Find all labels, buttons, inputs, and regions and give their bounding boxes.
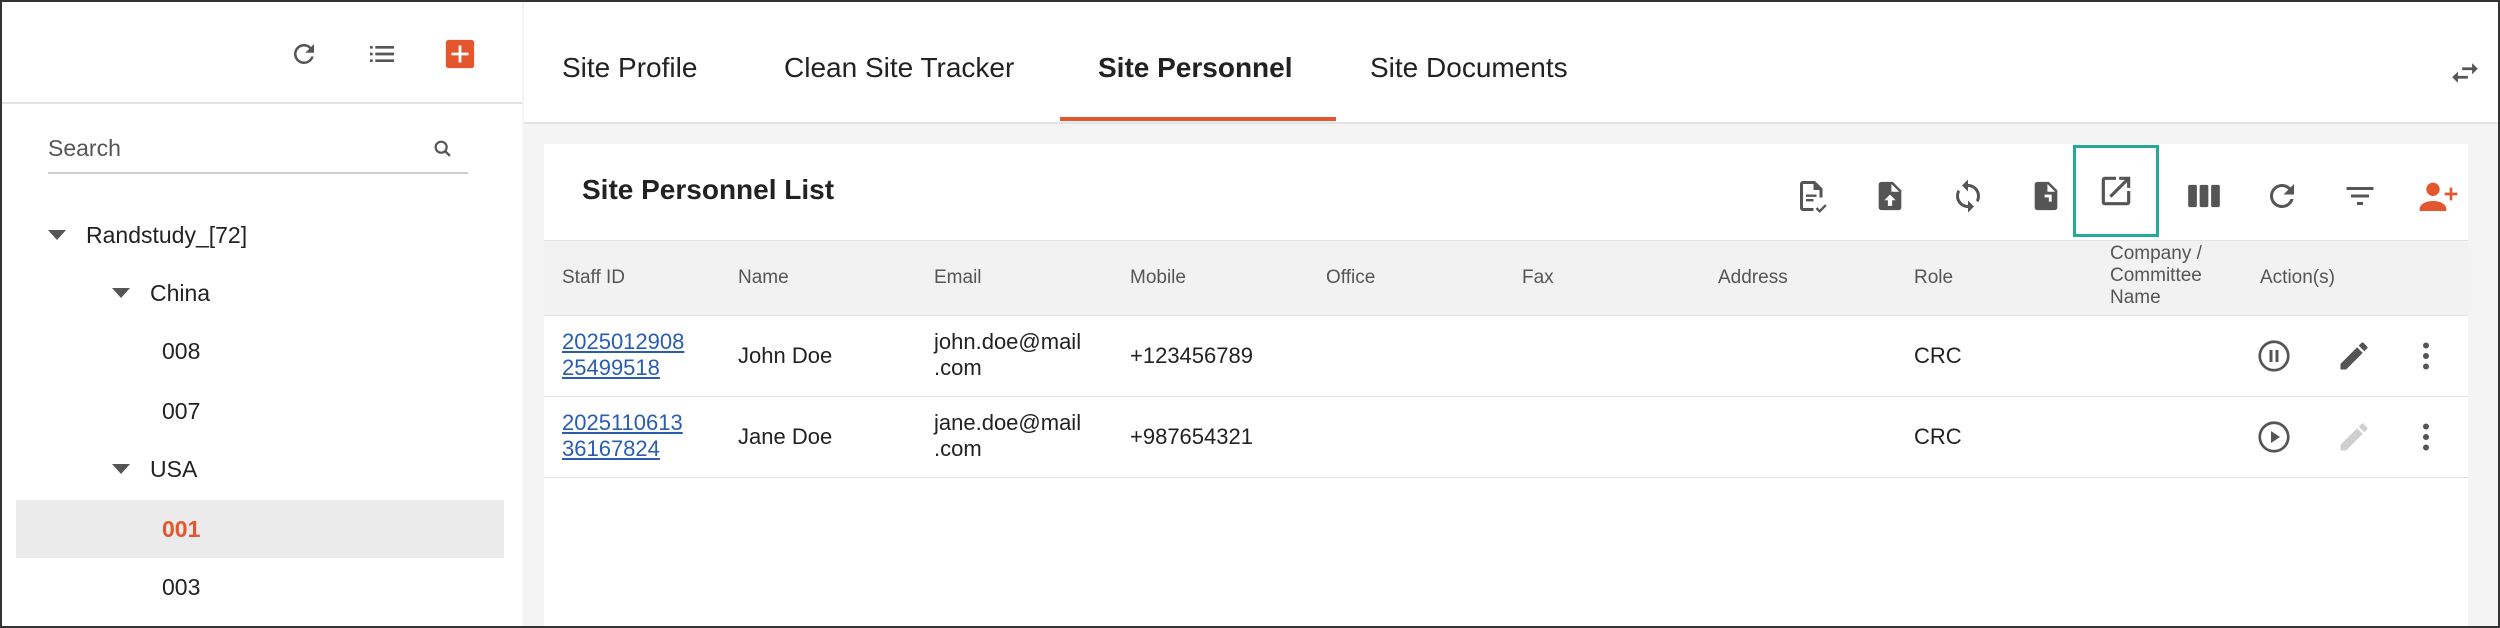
col-fax[interactable]: Fax — [1522, 267, 1554, 289]
document-check-icon — [1800, 181, 1827, 213]
cell-role: CRC — [1914, 343, 1962, 368]
caret-down-icon[interactable] — [48, 230, 66, 240]
more-options-button[interactable] — [2406, 417, 2446, 457]
deactivate-button[interactable] — [2254, 336, 2294, 376]
tree-node-china[interactable]: China — [112, 264, 210, 322]
list-view-button[interactable] — [360, 32, 404, 76]
col-email[interactable]: Email — [934, 267, 982, 289]
tree-node-site-008[interactable]: 008 — [162, 322, 200, 380]
table-row: 2025012908 25499518 John Doe john.doe@ma… — [544, 316, 2468, 397]
sync-button[interactable] — [1942, 170, 1994, 222]
refresh-button[interactable] — [282, 32, 326, 76]
cell-mobile: +987654321 — [1130, 424, 1253, 449]
refresh-icon — [294, 44, 314, 64]
review-document-button[interactable] — [1786, 170, 1838, 222]
app-window: Randstudy_[72] China 008 007 USA 001 003… — [0, 0, 2500, 628]
sidebar-toolbar — [2, 2, 522, 104]
caret-down-icon[interactable] — [112, 288, 130, 298]
card-title: Site Personnel List — [582, 174, 835, 205]
active-tab-indicator — [1060, 117, 1336, 121]
site-personnel-card: Site Personnel List Staff ID Name Email … — [544, 144, 2468, 626]
col-role[interactable]: Role — [1914, 267, 1953, 289]
tree-node-site-007[interactable]: 007 — [162, 382, 200, 440]
edit-icon — [2340, 423, 2368, 451]
cell-email: jane.doe@mail .com — [934, 410, 1082, 461]
more-vert-icon — [2423, 342, 2429, 370]
tree-node-site-003[interactable]: 003 — [162, 558, 200, 616]
caret-down-icon[interactable] — [112, 464, 130, 474]
edit-button[interactable] — [2334, 336, 2374, 376]
tree-node-study[interactable]: Randstudy_[72] — [48, 206, 247, 264]
activate-button[interactable] — [2254, 417, 2294, 457]
cell-name: Jane Doe — [738, 424, 833, 449]
tree-node-usa[interactable]: USA — [112, 440, 197, 498]
staff-id-link[interactable]: 2025012908 25499518 — [562, 329, 702, 381]
edit-button-disabled — [2334, 417, 2374, 457]
list-icon — [370, 46, 394, 62]
main-content: Site Profile Clean Site Tracker Site Per… — [524, 2, 2498, 626]
sidebar-search — [48, 128, 468, 174]
add-personnel-button[interactable] — [2412, 170, 2464, 222]
tree-node-site-001[interactable]: 001 — [162, 500, 200, 558]
add-box-icon — [445, 39, 475, 69]
cell-mobile: +123456789 — [1130, 343, 1253, 368]
sidebar: Randstudy_[72] China 008 007 USA 001 003 — [2, 2, 522, 626]
person-add-icon — [2419, 182, 2458, 211]
reload-button[interactable] — [2256, 170, 2308, 222]
columns-button[interactable] — [2178, 170, 2230, 222]
col-actions: Action(s) — [2260, 267, 2335, 288]
refresh-icon — [2270, 184, 2294, 208]
sync-icon — [1956, 179, 1980, 213]
tab-site-personnel[interactable]: Site Personnel — [1098, 52, 1293, 84]
upload-file-button[interactable] — [1864, 170, 1916, 222]
filter-list-icon — [2346, 187, 2374, 205]
swap-horiz-icon[interactable] — [2448, 56, 2482, 90]
tab-bar: Site Profile Clean Site Tracker Site Per… — [524, 2, 2498, 124]
more-options-button[interactable] — [2406, 336, 2446, 376]
cell-email: john.doe@mail .com — [934, 329, 1082, 380]
play-circle-icon — [2258, 421, 2290, 453]
col-office[interactable]: Office — [1326, 267, 1375, 289]
table-header: Staff ID Name Email Mobile Office Fax Ad… — [544, 240, 2468, 316]
col-name[interactable]: Name — [738, 267, 789, 289]
file-import-icon — [2034, 181, 2058, 211]
pause-circle-icon — [2258, 340, 2290, 372]
col-address[interactable]: Address — [1718, 267, 1788, 289]
search-input[interactable] — [48, 128, 428, 168]
tab-site-documents[interactable]: Site Documents — [1370, 52, 1568, 84]
filter-button[interactable] — [2334, 170, 2386, 222]
file-upload-icon — [1878, 181, 1902, 211]
add-site-button[interactable] — [438, 32, 482, 76]
search-icon[interactable] — [432, 138, 454, 160]
table-row: 2025110613 36167824 Jane Doe jane.doe@ma… — [544, 397, 2468, 478]
cell-name: John Doe — [738, 343, 833, 368]
col-company-committee-name[interactable]: Company / Committee Name — [2110, 243, 2220, 309]
export-button[interactable] — [2073, 145, 2159, 237]
open-in-new-icon — [2101, 176, 2131, 206]
selected-tree-highlight — [16, 500, 504, 558]
col-staff-id[interactable]: Staff ID — [562, 267, 625, 289]
view-column-icon — [2188, 184, 2220, 208]
more-vert-icon — [2423, 423, 2429, 451]
col-mobile[interactable]: Mobile — [1130, 267, 1186, 289]
cell-role: CRC — [1914, 424, 1962, 449]
edit-icon — [2340, 342, 2368, 370]
tab-clean-site-tracker[interactable]: Clean Site Tracker — [784, 52, 1014, 84]
staff-id-link[interactable]: 2025110613 36167824 — [562, 410, 702, 462]
tab-site-profile[interactable]: Site Profile — [562, 52, 697, 84]
import-file-button[interactable] — [2020, 170, 2072, 222]
